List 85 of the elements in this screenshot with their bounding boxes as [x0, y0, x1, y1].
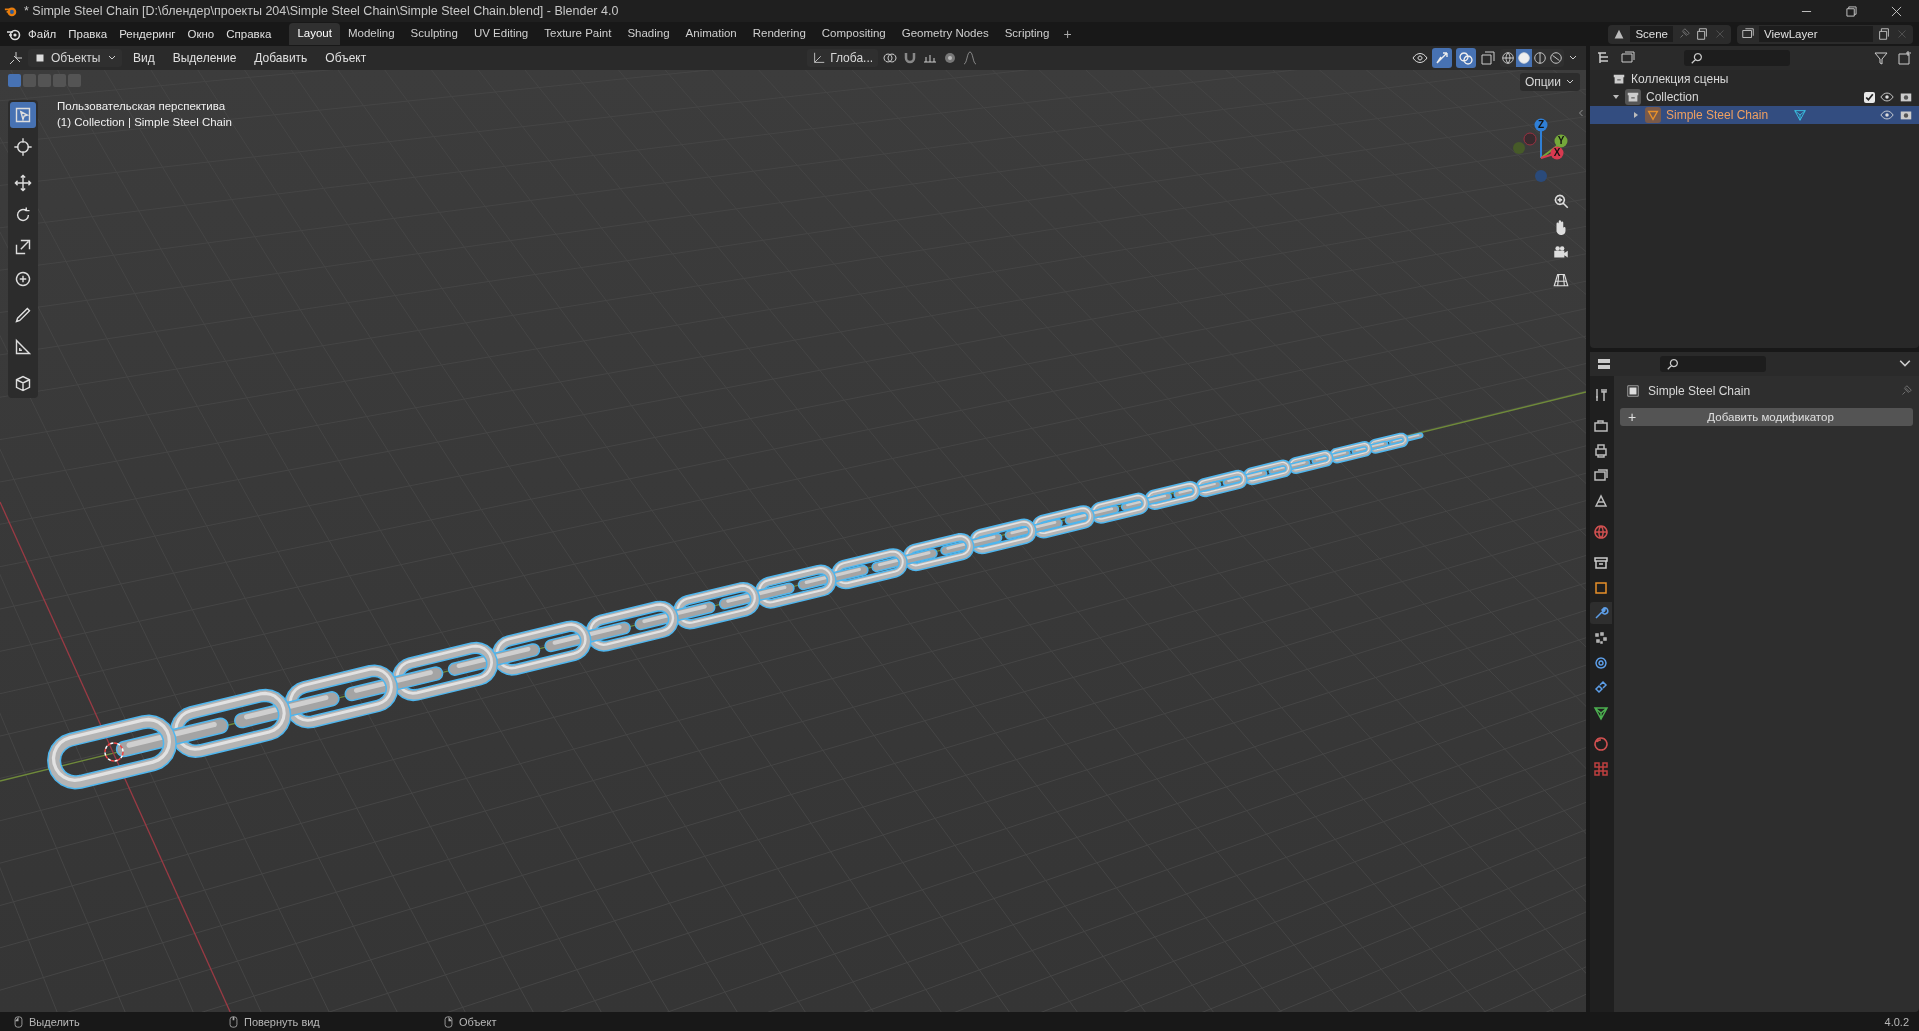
status-hint: Выделить [29, 1015, 81, 1028]
status-hint: Повернуть вид [244, 1015, 321, 1028]
viewport-info-text: (1) Collection | Simple Steel Chain [57, 115, 232, 130]
gizmo-toggle[interactable] [1432, 48, 1452, 68]
workspace-tab[interactable]: Geometry Nodes [893, 23, 997, 45]
workspace-tab[interactable]: Compositing [813, 23, 894, 45]
view-layer-selector[interactable]: ViewLayer [1737, 24, 1913, 44]
square-icon [1626, 384, 1640, 398]
3d-cursor-icon [104, 742, 124, 762]
search-field[interactable] [1684, 50, 1790, 66]
shading-button[interactable] [1532, 49, 1548, 67]
select-box-icon[interactable] [10, 102, 36, 128]
box-icon [1612, 72, 1626, 86]
viewport-menu[interactable]: Добавить [247, 48, 315, 68]
shading-button[interactable] [1516, 49, 1532, 67]
window-title: * Simple Steel Chain [D:\блендер\проекты 204\Simple Steel Chain\Simple Steel Chain.blend] - Blender 4.0 [24, 4, 619, 18]
search-icon [1690, 51, 1704, 65]
shading-button[interactable] [1548, 49, 1564, 67]
mouse-icon [229, 1015, 238, 1028]
editor-type-icon[interactable] [8, 50, 24, 66]
pivot-icon[interactable] [882, 50, 899, 66]
copy-icon[interactable] [1877, 27, 1891, 41]
menu-item[interactable]: Рендеринг [113, 25, 182, 43]
zoom-icon[interactable] [1552, 192, 1570, 210]
xray-icon[interactable] [1480, 50, 1496, 66]
filter-icon[interactable] [1873, 50, 1889, 66]
axis-handle[interactable]: Z [1534, 118, 1548, 159]
workspace-tab[interactable]: Animation [677, 23, 745, 45]
workspace-tab[interactable]: Texture Paint [536, 23, 620, 45]
expand-arrow-icon[interactable] [1632, 111, 1640, 119]
workspace-tab[interactable]: UV Editing [465, 23, 537, 45]
viewport-menu[interactable]: Объект [318, 48, 374, 68]
outliner-item[interactable]: Simple Steel Chain [1590, 106, 1919, 124]
search-icon [1666, 357, 1680, 371]
outliner-item[interactable]: Collection [1590, 88, 1919, 106]
expand-arrow-icon[interactable] [1612, 93, 1620, 101]
triangle-icon [1645, 107, 1661, 123]
overlay-toggle[interactable] [1456, 48, 1476, 68]
workspace-tab[interactable]: Shading [619, 23, 678, 45]
menu-item[interactable]: Правка [62, 25, 114, 43]
add-modifier-button[interactable]: + Добавить модификатор [1620, 408, 1913, 426]
object-name: Simple Steel Chain [1648, 384, 1751, 398]
mode-dropdown[interactable]: Объекты [28, 49, 122, 67]
negative-axis-handle[interactable] [1523, 132, 1537, 146]
eye-icon[interactable] [1880, 90, 1894, 104]
workspace-tab[interactable]: Modeling [339, 23, 403, 45]
display-mode-icon[interactable] [1620, 50, 1636, 66]
viewport-menu[interactable]: Выделение [165, 48, 244, 68]
menu-item[interactable]: Окно [181, 25, 221, 43]
status-hint: Объект [459, 1015, 498, 1028]
layers-icon [1741, 27, 1755, 41]
workspace-tab[interactable]: Rendering [744, 23, 814, 45]
search-field[interactable] [1660, 356, 1766, 372]
restore-icon[interactable] [1846, 5, 1857, 17]
orientation-dropdown[interactable]: Глоба... [807, 49, 879, 67]
eye-icon[interactable] [1880, 108, 1894, 122]
add-workspace-button[interactable]: + [1057, 23, 1078, 45]
3d-viewport[interactable]: Объекты Вид Выделение Добавить Объект Глоба... Опции Пользовательская перспектива (1) Collection | Simple Steel Chain Z Y X [0, 46, 1586, 1012]
shading-button[interactable] [1500, 49, 1516, 67]
mouse-icon [444, 1015, 453, 1028]
menu-item[interactable]: Файл [22, 25, 63, 43]
negative-axis-handle[interactable] [1513, 142, 1525, 154]
scene-selector[interactable]: Scene [1608, 24, 1731, 44]
workspace-tab[interactable]: Sculpting [402, 23, 466, 45]
editor-type-icon[interactable] [1596, 356, 1612, 372]
workspace-tab[interactable]: Layout [289, 23, 340, 45]
wrench-icon[interactable] [1590, 602, 1612, 624]
eye-icon[interactable] [1412, 50, 1428, 66]
copy-icon[interactable] [1695, 27, 1709, 41]
negative-axis-handle[interactable] [1535, 170, 1547, 182]
viewport-info-text: Пользовательская перспектива [57, 99, 227, 114]
viewport-menu[interactable]: Вид [126, 48, 162, 68]
falloff-icon[interactable] [962, 50, 979, 66]
checkbox[interactable] [1864, 91, 1875, 103]
new-collection-icon[interactable] [1897, 50, 1913, 66]
close-icon[interactable] [1891, 5, 1902, 17]
axes-icon [812, 51, 827, 65]
box-icon [1625, 89, 1641, 105]
mouse-icon [14, 1015, 23, 1028]
triangle-mesh-icon[interactable] [1793, 108, 1808, 122]
outliner-item[interactable]: Коллекция сцены [1590, 70, 1919, 88]
version-text: 4.0.2 [1884, 1015, 1909, 1028]
workspace-tab[interactable]: Scripting [996, 23, 1058, 45]
menu-item[interactable]: Справка [220, 25, 278, 43]
options-dropdown[interactable]: Опции [1519, 73, 1580, 91]
